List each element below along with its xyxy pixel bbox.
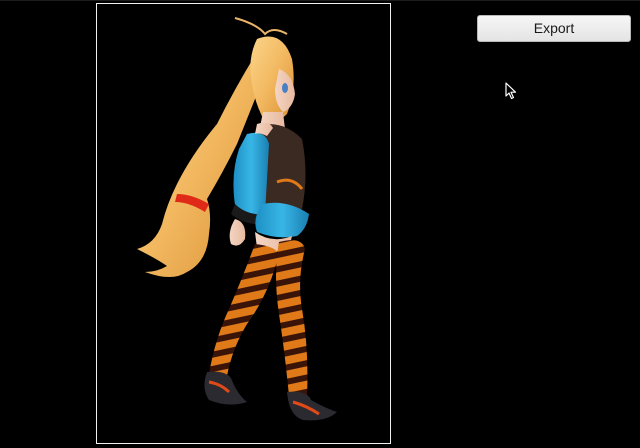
hand — [229, 219, 246, 246]
front-shoe — [287, 391, 337, 421]
front-leg-stocking — [276, 240, 308, 396]
mouse-pointer-icon — [505, 82, 517, 105]
character-render — [137, 17, 337, 421]
eye — [282, 83, 288, 93]
character-preview-viewport[interactable] — [96, 3, 391, 444]
top-border — [0, 0, 640, 1]
app-window: Export — [0, 0, 640, 448]
export-button[interactable]: Export — [477, 15, 631, 42]
antenna-strand — [234, 17, 288, 36]
back-leg-stocking — [209, 244, 279, 376]
